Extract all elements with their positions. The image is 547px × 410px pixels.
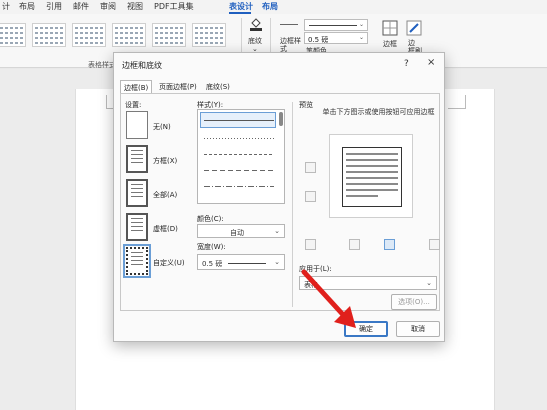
apply-to-value: 表格 — [304, 281, 318, 289]
width-value: 0.5 磅 — [202, 260, 223, 268]
preview-text-line — [346, 153, 398, 155]
list-scrollbar[interactable] — [279, 112, 283, 126]
diagonal-up-border-icon[interactable] — [429, 239, 440, 250]
width-dropdown[interactable]: 0.5 磅 ⌄ — [197, 254, 285, 270]
tab-borders[interactable]: 边框(B) — [120, 80, 153, 93]
options-button[interactable]: 选项(O)... — [391, 294, 437, 310]
menu-tab-layout[interactable]: 布局 — [19, 1, 35, 12]
border-styles-label[interactable]: 边框样 式 — [280, 37, 301, 53]
diagonal-down-border-icon[interactable] — [305, 239, 316, 250]
setting-custom-label[interactable]: 自定义(U) — [153, 258, 185, 268]
chevron-down-icon: ⌄ — [274, 227, 280, 235]
line-style-dashed[interactable] — [204, 170, 274, 171]
chevron-down-icon: ⌄ — [358, 21, 364, 28]
menu-tab-view[interactable]: 视图 — [127, 1, 143, 12]
preview-canvas[interactable] — [329, 134, 413, 218]
line-style-solid[interactable] — [204, 120, 274, 121]
chevron-down-icon: ⌄ — [358, 34, 364, 41]
table-style-thumb[interactable] — [192, 23, 226, 47]
color-value: 自动 — [230, 229, 244, 237]
preview-heading: 预览 — [299, 101, 313, 109]
dialog-title: 边框和底纹 — [122, 61, 162, 70]
apply-to-dropdown[interactable]: 表格 ⌄ — [299, 276, 437, 290]
column-divider — [292, 102, 293, 307]
tab-page-borders[interactable]: 页面边框(P) — [156, 80, 200, 93]
menu-tab-table-layout[interactable]: 布局 — [262, 1, 278, 12]
table-style-thumb[interactable] — [72, 23, 106, 47]
apply-to-heading: 应用于(L): — [299, 265, 332, 273]
cancel-button[interactable]: 取消 — [396, 321, 440, 337]
width-heading: 宽度(W): — [197, 243, 226, 251]
chevron-down-icon: ⌄ — [274, 258, 280, 266]
line-style-list[interactable] — [197, 109, 285, 204]
menu-bar: 计 布局 引用 邮件 审阅 视图 PDF工具集 表设计 布局 — [0, 0, 547, 14]
menu-tab-review[interactable]: 审阅 — [100, 1, 116, 12]
preview-text-line — [346, 177, 398, 179]
line-style-dash-dot[interactable] — [204, 186, 274, 187]
vertical-border-toggle-icon[interactable] — [384, 239, 395, 250]
setting-heading: 设置: — [125, 101, 142, 109]
table-style-thumb[interactable] — [152, 23, 186, 47]
borders-label[interactable]: 边框 — [383, 39, 397, 49]
pen-weight-value: 0.5 磅 — [308, 36, 329, 44]
pen-weight-dropdown[interactable]: 0.5 磅 ⌄ — [304, 32, 368, 44]
width-sample-line — [228, 263, 266, 264]
close-icon[interactable]: × — [427, 57, 435, 68]
border-style-sample[interactable] — [280, 24, 298, 25]
borders-shading-dialog: 边框和底纹 ? × 边框(B) 页面边框(P) 底纹(S) 设置: 无(N) 方… — [113, 52, 445, 342]
top-border-toggle-icon[interactable] — [305, 162, 316, 173]
setting-none-label[interactable]: 无(N) — [153, 122, 171, 132]
pen-style-dropdown[interactable]: ⌄ — [304, 19, 368, 31]
preview-text-line — [346, 171, 398, 173]
menu-tab-design-partial[interactable]: 计 — [2, 1, 10, 12]
line-style-dotted[interactable] — [204, 138, 274, 139]
borders-tab-panel: 设置: 无(N) 方框(X) 全部(A) 虚框(D) 自定义(U) 样式(Y):… — [120, 93, 440, 311]
menu-tab-table-design[interactable]: 表设计 — [229, 1, 253, 12]
chevron-down-icon: ⌄ — [426, 279, 432, 287]
setting-all-icon[interactable] — [126, 179, 148, 207]
setting-grid-icon[interactable] — [126, 213, 148, 241]
tab-shading[interactable]: 底纹(S) — [203, 80, 233, 93]
setting-box-label[interactable]: 方框(X) — [153, 156, 177, 166]
border-painter-icon[interactable] — [406, 20, 422, 36]
preview-text-line — [346, 165, 398, 167]
preview-hint: 单击下方图示或使用按钮可应用边框 — [322, 108, 435, 116]
preview-text-line — [346, 183, 398, 185]
setting-none-icon[interactable] — [126, 111, 148, 139]
left-border-toggle-icon[interactable] — [349, 239, 360, 250]
table-style-thumb[interactable] — [0, 23, 26, 47]
preview-text-line — [346, 159, 398, 161]
setting-box-icon[interactable] — [126, 145, 148, 173]
borders-grid-icon[interactable] — [382, 20, 398, 36]
menu-tab-mailings[interactable]: 邮件 — [73, 1, 89, 12]
ok-button[interactable]: 确定 — [344, 321, 388, 337]
help-icon[interactable]: ? — [404, 59, 409, 69]
shading-bucket-icon[interactable] — [249, 17, 263, 31]
color-dropdown[interactable]: 自动 ⌄ — [197, 224, 285, 238]
menu-tab-references[interactable]: 引用 — [46, 1, 62, 12]
table-style-thumb[interactable] — [112, 23, 146, 47]
menu-tab-pdf-tools[interactable]: PDF工具集 — [154, 1, 194, 12]
setting-all-label[interactable]: 全部(A) — [153, 190, 177, 200]
line-style-dashed-small[interactable] — [204, 154, 274, 155]
table-style-thumb[interactable] — [32, 23, 66, 47]
setting-custom-icon[interactable] — [123, 244, 151, 278]
color-heading: 颜色(C): — [197, 215, 224, 223]
setting-grid-label[interactable]: 虚框(D) — [153, 224, 178, 234]
preview-text-line — [346, 189, 398, 191]
middle-border-toggle-icon[interactable] — [305, 191, 316, 202]
margin-corner-mark — [448, 95, 466, 109]
preview-text-line — [346, 195, 378, 197]
